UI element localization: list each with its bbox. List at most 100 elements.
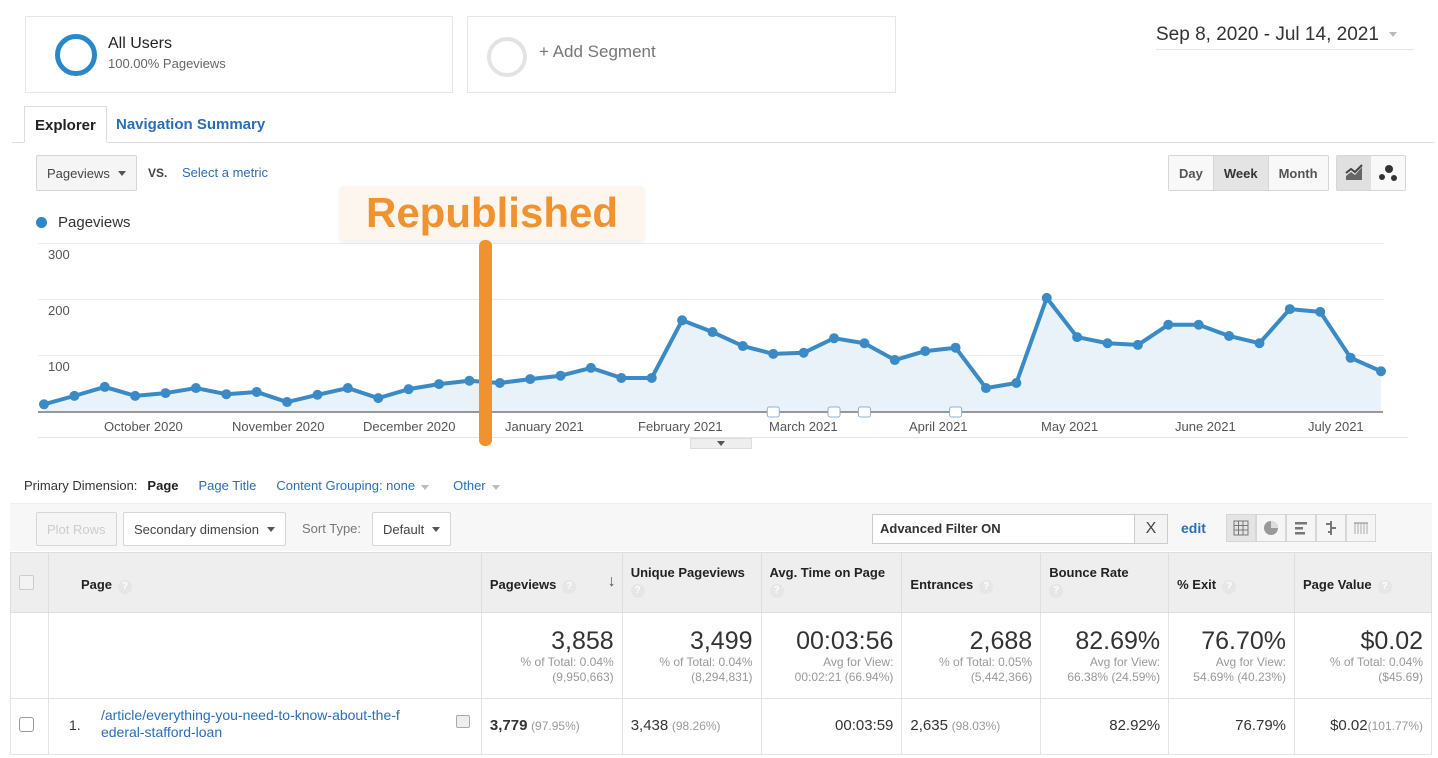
data-point[interactable] [859,338,870,349]
column-header-unique-pageviews[interactable]: Unique Pageviews? [621,552,762,613]
help-icon[interactable]: ? [562,580,577,594]
dimension-other[interactable]: Other [453,478,500,493]
annotation-marker-icon[interactable] [949,406,963,418]
data-point[interactable] [434,379,445,390]
row-checkbox[interactable] [19,717,34,732]
help-icon[interactable]: ? [1049,584,1064,598]
sort-type-value: Default [383,521,425,537]
republished-marker-line [479,240,492,446]
performance-bars-icon [1295,522,1307,535]
data-point[interactable] [768,348,779,359]
data-point[interactable] [282,397,293,408]
data-point[interactable] [707,327,718,338]
data-point[interactable] [373,393,384,404]
data-point[interactable] [342,383,353,394]
plot-rows-button[interactable]: Plot Rows [36,512,117,546]
term-cloud-view-button[interactable] [1346,514,1376,542]
data-point[interactable] [920,346,931,357]
row-page-link[interactable]: /article/everything-you-need-to-know-abo… [101,707,451,741]
select-all-checkbox[interactable] [19,575,34,590]
secondary-dimension-select[interactable]: Secondary dimension [123,512,287,546]
edit-filter-link[interactable]: edit [1181,520,1206,536]
column-header-exit[interactable]: % Exit? [1168,552,1296,613]
total-detail: Avg for View: [1089,655,1161,669]
data-point[interactable] [1345,352,1356,363]
column-header-page[interactable]: Page? [47,552,482,613]
row-page-value: $0.02(101.77%) [1294,698,1432,755]
data-point[interactable] [980,383,991,394]
data-point[interactable] [1315,306,1326,317]
data-point[interactable] [190,383,201,394]
data-point[interactable] [130,390,141,401]
annotations-toggle[interactable] [690,438,752,449]
data-point[interactable] [69,390,80,401]
help-icon[interactable]: ? [1377,580,1392,594]
data-point[interactable] [616,372,627,383]
secondary-dimension-label: Secondary dimension [134,521,260,537]
chevron-down-icon [432,526,441,532]
data-point[interactable] [1284,304,1295,315]
performance-view-button[interactable] [1286,514,1316,542]
column-header-page-value[interactable]: Page Value? [1294,552,1432,613]
data-point[interactable] [950,342,961,353]
help-icon[interactable]: ? [118,580,133,594]
total-unique-pageviews: 3,499% of Total: 0.04% (8,294,831) [621,612,762,699]
data-point[interactable] [39,399,49,410]
table-row: 1. /article/everything-you-need-to-know-… [10,698,1432,755]
pie-view-button[interactable] [1256,514,1286,542]
data-point[interactable] [677,315,688,326]
filter-input[interactable]: Advanced Filter ON [872,514,1135,544]
data-point[interactable] [1041,292,1052,303]
data-point[interactable] [99,381,110,392]
clear-filter-button[interactable]: X [1134,514,1168,544]
annotation-marker-icon[interactable] [766,406,780,418]
primary-dimension-label: Primary Dimension: [24,478,138,493]
x-tick-label: April 2021 [909,419,968,434]
help-icon[interactable]: ? [769,584,784,598]
data-point[interactable] [1254,338,1265,349]
data-point[interactable] [798,347,809,358]
data-point[interactable] [829,333,840,344]
column-header-avg-time[interactable]: Avg. Time on Page? [760,552,903,613]
data-point[interactable] [1224,330,1235,341]
data-point[interactable] [494,378,505,388]
data-point[interactable] [1193,319,1204,330]
data-point[interactable] [403,384,414,395]
data-point[interactable] [889,355,900,366]
column-header-pageviews[interactable]: Pageviews? ↓ [480,552,623,613]
data-point[interactable] [312,389,323,400]
data-point[interactable] [1102,338,1113,349]
data-point[interactable] [737,341,748,352]
help-icon[interactable]: ? [630,584,645,598]
sort-type-select[interactable]: Default [372,512,452,546]
annotation-marker-icon[interactable] [827,406,841,418]
dimension-page-title[interactable]: Page Title [199,478,257,493]
data-table-view-button[interactable] [1226,514,1256,542]
data-point[interactable] [464,375,475,386]
close-icon: X [1145,520,1157,537]
data-point[interactable] [646,372,657,383]
data-point[interactable] [555,370,566,381]
column-header-entrances[interactable]: Entrances? [901,552,1042,613]
total-detail: 54.69% (40.23%) [1193,670,1287,684]
dimension-page[interactable]: Page [147,478,178,493]
column-header-bounce-rate[interactable]: Bounce Rate? [1040,552,1170,613]
dimension-content-grouping[interactable]: Content Grouping: none [276,478,430,493]
open-page-icon[interactable] [455,715,470,728]
data-point[interactable] [525,374,536,385]
data-point[interactable] [1072,332,1083,343]
data-point[interactable] [221,389,232,400]
data-point[interactable] [1163,319,1174,330]
data-point[interactable] [251,386,262,397]
annotation-marker-icon[interactable] [857,406,871,418]
data-point[interactable] [1376,366,1386,377]
comparison-view-button[interactable] [1316,514,1346,542]
help-icon[interactable]: ? [1222,580,1237,594]
data-point[interactable] [1132,339,1143,350]
data-point[interactable] [1011,378,1022,388]
help-icon[interactable]: ? [979,580,994,594]
data-point[interactable] [160,388,171,399]
row-bounce-rate: 82.92% [1040,698,1170,755]
data-point[interactable] [585,362,596,373]
x-tick-label: June 2021 [1175,419,1236,434]
